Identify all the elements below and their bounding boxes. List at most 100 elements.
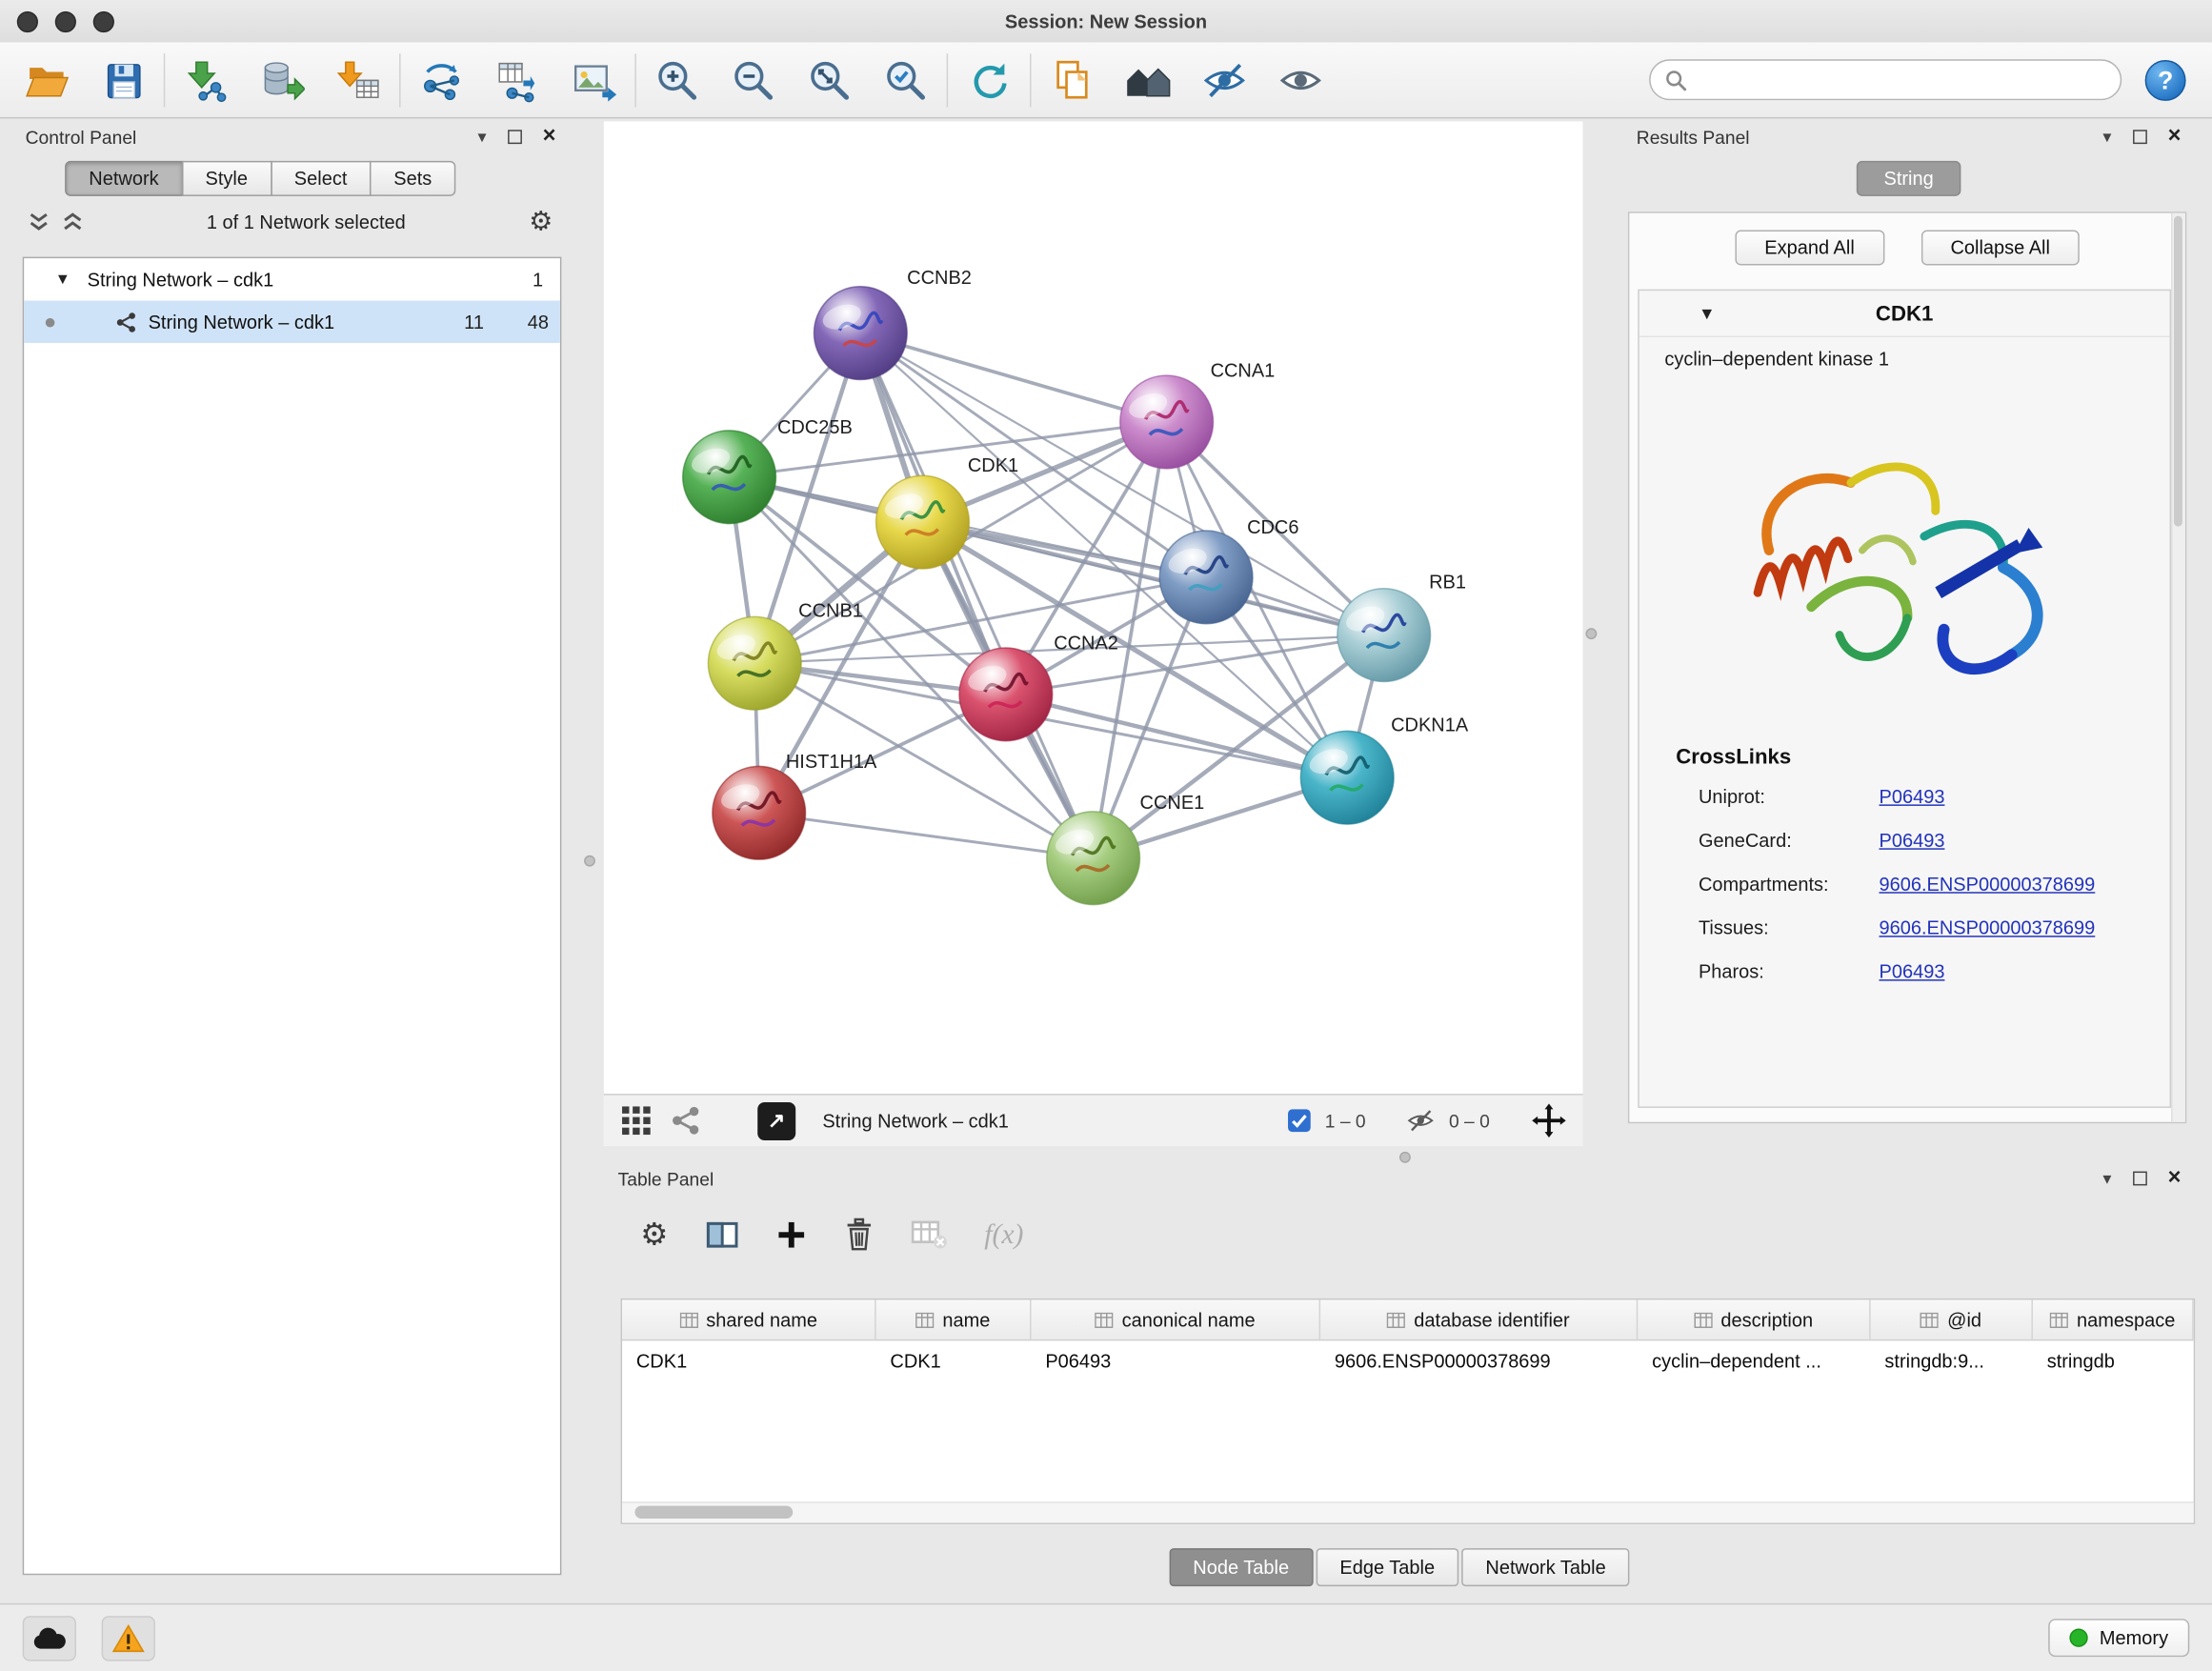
selected-checkbox-icon[interactable] <box>1287 1108 1313 1134</box>
crosslink-link[interactable]: 9606.ENSP00000378699 <box>1880 874 2096 895</box>
zoom-in-button[interactable] <box>651 51 704 108</box>
results-panel-maximize-button[interactable] <box>2133 130 2147 144</box>
tab-string[interactable]: String <box>1857 161 1961 196</box>
help-button[interactable]: ? <box>2139 51 2192 108</box>
network-edge-CCNB2-CCNE1[interactable] <box>860 333 1093 858</box>
network-edge-HIST1H1A-CCNE1[interactable] <box>759 813 1094 857</box>
memory-button[interactable]: Memory <box>2049 1619 2190 1657</box>
network-options-gear-icon[interactable]: ⚙ <box>529 209 553 235</box>
splitter-handle[interactable] <box>1585 628 1597 639</box>
network-row-selected[interactable]: ● String Network – cdk1 11 48 <box>24 301 560 343</box>
column-header-namespace[interactable]: namespace <box>2033 1299 2194 1339</box>
share-network-icon[interactable] <box>670 1105 701 1137</box>
hide-selected-button[interactable] <box>1197 51 1251 108</box>
show-all-button[interactable] <box>1274 51 1327 108</box>
open-in-new-window-button[interactable]: ↗ <box>757 1101 795 1139</box>
network-node-RB1[interactable] <box>1337 589 1431 682</box>
table-panel-maximize-button[interactable] <box>2133 1172 2147 1186</box>
table-cell[interactable]: 9606.ENSP00000378699 <box>1320 1340 1638 1379</box>
network-node-CDC25B[interactable] <box>683 431 776 524</box>
table-options-gear-icon[interactable]: ⚙ <box>640 1219 668 1251</box>
network-node-CCNA2[interactable] <box>959 648 1053 741</box>
crosslink-link[interactable]: 9606.ENSP00000378699 <box>1880 917 2096 938</box>
warnings-button[interactable] <box>102 1615 155 1660</box>
horizontal-scrollbar-thumb[interactable] <box>634 1506 793 1519</box>
collapse-all-icon[interactable] <box>29 211 50 232</box>
table-cell[interactable]: P06493 <box>1032 1340 1321 1379</box>
tab-network[interactable]: Network <box>65 161 183 196</box>
protein-section-caret-icon[interactable]: ▼ <box>1699 304 1716 324</box>
copy-button[interactable] <box>1045 51 1098 108</box>
tab-select[interactable]: Select <box>271 161 372 196</box>
table-cell[interactable]: CDK1 <box>876 1340 1032 1379</box>
table-cell[interactable]: stringdb <box>2033 1340 2194 1379</box>
tab-node-table[interactable]: Node Table <box>1169 1548 1313 1586</box>
collection-expand-caret-icon[interactable]: ▼ <box>55 271 70 288</box>
search-input[interactable] <box>1696 68 2106 91</box>
splitter-handle[interactable] <box>584 856 595 867</box>
column-header-shared-name[interactable]: shared name <box>622 1299 876 1339</box>
column-header-@id[interactable]: @id <box>1871 1299 2033 1339</box>
network-node-CCNB2[interactable] <box>814 287 907 380</box>
refresh-button[interactable] <box>962 51 1016 108</box>
birds-eye-view-icon[interactable] <box>621 1105 653 1137</box>
control-panel-float-button[interactable]: ▾ <box>477 129 486 146</box>
network-edge-CCNB2-CCNA1[interactable] <box>860 333 1166 422</box>
network-node-CCNB1[interactable] <box>708 616 801 710</box>
network-arrows-button[interactable] <box>414 51 468 108</box>
crosslink-link[interactable]: P06493 <box>1880 830 1945 851</box>
table-panel-close-button[interactable]: × <box>2168 1167 2182 1190</box>
save-session-button[interactable] <box>96 51 150 108</box>
table-panel-float-button[interactable]: ▾ <box>2102 1170 2111 1187</box>
export-image-button[interactable] <box>567 51 620 108</box>
tab-network-table[interactable]: Network Table <box>1461 1548 1630 1586</box>
table-cell[interactable]: CDK1 <box>622 1340 876 1379</box>
zoom-selected-button[interactable] <box>879 51 933 108</box>
expand-all-button[interactable]: Expand All <box>1735 230 1884 265</box>
pan-crosshair-icon[interactable] <box>1532 1103 1566 1137</box>
network-collection-row[interactable]: ▼ String Network – cdk1 1 <box>24 258 560 300</box>
table-cell[interactable]: cyclin–dependent ... <box>1638 1340 1870 1379</box>
hidden-eye-icon[interactable] <box>1405 1106 1437 1135</box>
expand-all-icon[interactable] <box>62 211 83 232</box>
splitter-handle[interactable] <box>1399 1152 1411 1163</box>
network-node-CCNA1[interactable] <box>1120 375 1214 469</box>
column-header-description[interactable]: description <box>1638 1299 1870 1339</box>
column-header-database-identifier[interactable]: database identifier <box>1320 1299 1638 1339</box>
tab-style[interactable]: Style <box>181 161 271 196</box>
control-panel-maximize-button[interactable] <box>508 130 522 144</box>
tab-sets[interactable]: Sets <box>370 161 455 196</box>
network-node-CDK1[interactable] <box>876 475 970 569</box>
table-horizontal-scrollbar[interactable] <box>622 1501 2194 1522</box>
column-header-name[interactable]: name <box>876 1299 1032 1339</box>
control-panel-close-button[interactable]: × <box>543 126 556 149</box>
maximize-window-button[interactable] <box>93 10 114 31</box>
vertical-scrollbar-thumb[interactable] <box>2174 216 2182 527</box>
collapse-all-button[interactable]: Collapse All <box>1920 230 2080 265</box>
create-column-plus-icon[interactable] <box>775 1219 807 1251</box>
import-table-from-file-button[interactable] <box>332 51 385 108</box>
open-session-button[interactable] <box>20 51 73 108</box>
zoom-fit-button[interactable] <box>803 51 856 108</box>
minimize-window-button[interactable] <box>55 10 76 31</box>
results-vertical-scrollbar[interactable] <box>2171 213 2185 1122</box>
cloud-button[interactable] <box>23 1615 76 1660</box>
network-node-CDKN1A[interactable] <box>1300 731 1394 824</box>
network-node-CCNE1[interactable] <box>1047 812 1140 905</box>
delete-column-trash-icon[interactable] <box>843 1218 875 1252</box>
import-network-from-file-button[interactable] <box>179 51 232 108</box>
first-neighbors-button[interactable] <box>1121 51 1175 108</box>
network-graph[interactable]: CCNB2CCNA1CDC25BCDK1CDC6RB1CCNB1CCNA2CDK… <box>604 121 1583 1094</box>
column-header-canonical-name[interactable]: canonical name <box>1032 1299 1321 1339</box>
show-columns-icon[interactable] <box>705 1218 739 1252</box>
zoom-out-button[interactable] <box>727 51 780 108</box>
table-cell[interactable]: stringdb:9... <box>1871 1340 2033 1379</box>
close-window-button[interactable] <box>17 10 38 31</box>
network-node-CDC6[interactable] <box>1159 531 1253 624</box>
network-view-canvas[interactable]: CCNB2CCNA1CDC25BCDK1CDC6RB1CCNB1CCNA2CDK… <box>604 121 1583 1146</box>
crosslink-link[interactable]: P06493 <box>1880 786 1945 807</box>
import-network-from-database-button[interactable] <box>255 51 309 108</box>
network-table-button[interactable] <box>491 51 544 108</box>
results-panel-close-button[interactable]: × <box>2168 126 2182 149</box>
crosslink-link[interactable]: P06493 <box>1880 961 1945 982</box>
